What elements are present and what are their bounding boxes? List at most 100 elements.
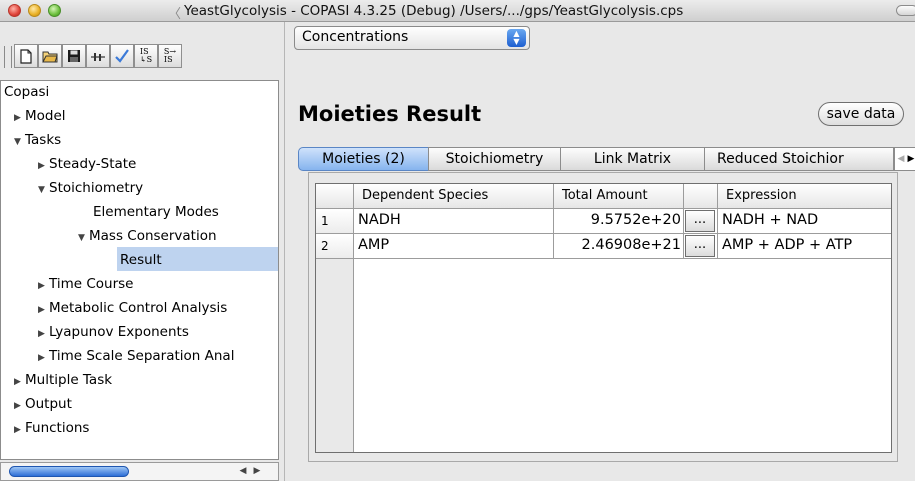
cell-total-amount[interactable]: 2.46908e+21: [554, 234, 684, 259]
s-is-icon: S→ IS: [163, 47, 177, 64]
page-title: Moieties Result: [298, 102, 482, 126]
scrollbar-thumb[interactable]: [9, 466, 129, 477]
disclosure-right-icon[interactable]: ▶: [14, 419, 25, 441]
open-file-button[interactable]: [38, 44, 62, 68]
column-header-expression[interactable]: Expression: [718, 184, 891, 209]
edit-amount-button[interactable]: ...: [685, 210, 715, 232]
tab-scroll-right-icon[interactable]: ▶: [906, 148, 915, 170]
column-header-button[interactable]: [684, 184, 718, 209]
tree-item-label: Model: [25, 108, 66, 124]
is-to-s-button[interactable]: IS ↳S: [134, 44, 158, 68]
tree-item-stoichiometry[interactable]: ▼ Stoichiometry: [38, 177, 143, 199]
close-window-button[interactable]: [8, 4, 21, 17]
tree-item-metabolic-control-analysis[interactable]: ▶ Metabolic Control Analysis: [38, 297, 227, 319]
tab-reduced-stoichiometry[interactable]: Reduced Stoichior: [704, 147, 894, 171]
tree-item-label: Time Scale Separation Anal: [49, 348, 235, 364]
tree-item-output[interactable]: ▶ Output: [14, 393, 72, 415]
disclosure-right-icon[interactable]: ▶: [38, 155, 49, 177]
tree-item-label: Output: [25, 396, 72, 412]
disclosure-down-icon[interactable]: ▼: [38, 179, 49, 201]
toolbar: IS ↳S S→ IS: [0, 22, 280, 80]
toolbar-toggle-button[interactable]: [896, 5, 915, 16]
column-header-total-amount[interactable]: Total Amount: [554, 184, 684, 209]
cell-expression[interactable]: NADH + NAD: [718, 209, 891, 234]
cell-dependent-species[interactable]: AMP: [354, 234, 554, 259]
is-s-icon-bottom: S: [146, 55, 153, 64]
disclosure-down-icon[interactable]: ▼: [78, 227, 89, 249]
cell-dependent-species[interactable]: NADH: [354, 209, 554, 234]
tree-item-time-course[interactable]: ▶ Time Course: [38, 273, 133, 295]
tab-link-matrix[interactable]: Link Matrix: [560, 147, 705, 171]
document-icon: [20, 48, 32, 64]
view-mode-select[interactable]: Concentrations ▲ ▼: [294, 26, 530, 50]
row-header[interactable]: 2: [316, 234, 354, 259]
tree-item-lyapunov-exponents[interactable]: ▶ Lyapunov Exponents: [38, 321, 189, 343]
tree-horizontal-scrollbar[interactable]: ◀ ▶: [0, 462, 279, 481]
save-data-button[interactable]: save data: [818, 102, 904, 126]
tree-item-label: Metabolic Control Analysis: [49, 300, 228, 316]
is-s-icon: IS ↳S: [139, 47, 153, 64]
disclosure-down-icon[interactable]: ▼: [14, 131, 25, 153]
updown-arrows-icon: ▲ ▼: [507, 29, 526, 47]
tree-item-label: Tasks: [25, 132, 62, 148]
tree-item-label: Multiple Task: [25, 372, 113, 388]
tree-item-label: Time Course: [49, 276, 134, 292]
folder-icon: [42, 51, 58, 62]
cell-button: ...: [684, 209, 718, 234]
column-header-dependent-species[interactable]: Dependent Species: [354, 184, 554, 209]
edit-amount-button[interactable]: ...: [685, 235, 715, 257]
new-file-button[interactable]: [14, 44, 38, 68]
floppy-icon: [68, 50, 80, 62]
tree-item-label: Stoichiometry: [49, 180, 144, 196]
tab-pane: Dependent Species Total Amount Expressio…: [308, 172, 898, 462]
disclosure-right-icon[interactable]: ▶: [38, 299, 49, 321]
tree-item-label: Steady-State: [49, 156, 137, 172]
scroll-left-arrow-icon[interactable]: ◀: [236, 464, 250, 479]
tree-item-time-scale-separation[interactable]: ▶ Time Scale Separation Anal: [38, 345, 234, 367]
slider-button[interactable]: [86, 44, 110, 68]
zoom-window-button[interactable]: [48, 4, 61, 17]
s-is-icon-bottom: IS: [163, 55, 173, 64]
scroll-right-arrow-icon[interactable]: ▶: [250, 464, 264, 479]
cell-button: ...: [684, 234, 718, 259]
toolbar-grip[interactable]: [4, 46, 12, 68]
disclosure-right-icon[interactable]: ▶: [14, 371, 25, 393]
cell-expression[interactable]: AMP + ADP + ATP: [718, 234, 891, 259]
s-to-is-button[interactable]: S→ IS: [158, 44, 182, 68]
cell-total-amount[interactable]: 9.5752e+20: [554, 209, 684, 234]
splitter-handle[interactable]: [284, 22, 289, 481]
tree-item-label: Functions: [25, 420, 90, 436]
tab-scroll-left-icon[interactable]: ◀: [896, 148, 906, 170]
disclosure-right-icon[interactable]: ▶: [38, 347, 49, 369]
disclosure-right-icon[interactable]: ▶: [14, 395, 25, 417]
document-proxy-icon[interactable]: 〈: [168, 3, 181, 22]
tab-stoichiometry[interactable]: Stoichiometry: [428, 147, 561, 171]
minimize-window-button[interactable]: [28, 4, 41, 17]
tree-item-label: Lyapunov Exponents: [49, 324, 189, 340]
row-header[interactable]: 1: [316, 209, 354, 234]
tree-item-mass-conservation[interactable]: ▼ Mass Conservation: [78, 225, 217, 247]
tree-item-model[interactable]: ▶ Model: [14, 105, 66, 127]
disclosure-right-icon[interactable]: ▶: [14, 107, 25, 129]
save-file-button[interactable]: [62, 44, 86, 68]
row-header-gutter: [316, 259, 354, 452]
tree-item-copasi[interactable]: Copasi: [4, 81, 49, 103]
table-corner: [316, 184, 354, 209]
tree-item-elementary-modes[interactable]: Elementary Modes: [93, 201, 219, 223]
tree-item-label: Copasi: [4, 84, 50, 100]
tree-item-steady-state[interactable]: ▶ Steady-State: [38, 153, 136, 175]
tree-item-tasks[interactable]: ▼ Tasks: [14, 129, 61, 151]
tree-item-result[interactable]: Result: [120, 249, 162, 271]
tree-item-multiple-task[interactable]: ▶ Multiple Task: [14, 369, 112, 391]
disclosure-right-icon[interactable]: ▶: [38, 275, 49, 297]
tree-item-functions[interactable]: ▶ Functions: [14, 417, 89, 439]
object-browser-tree[interactable]: Copasi ▶ Model ▼ Tasks ▶ Steady-State ▼ Stoi…: [0, 80, 279, 460]
title-bar: 〈 YeastGlycolysis - COPASI 4.3.25 (Debug…: [0, 0, 915, 22]
tree-item-label: Elementary Modes: [93, 204, 219, 220]
checkmark-icon: [115, 49, 129, 63]
result-tabs: Moieties (2) Stoichiometry Link Matrix R…: [298, 147, 915, 171]
check-model-button[interactable]: [110, 44, 134, 68]
slider-icon: [91, 53, 105, 61]
disclosure-right-icon[interactable]: ▶: [38, 323, 49, 345]
tab-moieties[interactable]: Moieties (2): [298, 147, 429, 171]
